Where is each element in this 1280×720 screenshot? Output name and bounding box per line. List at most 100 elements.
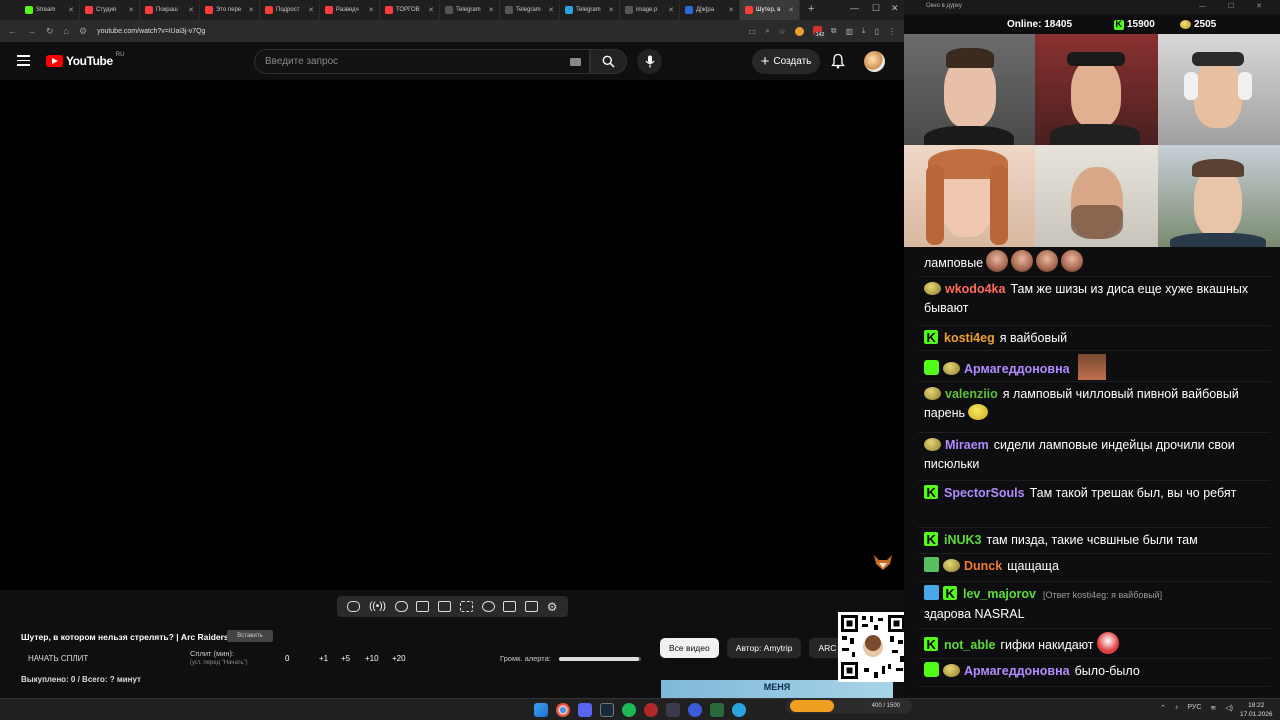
split-value-0[interactable]: 0 <box>285 654 319 663</box>
tray-chevron-icon[interactable]: ⌃ <box>1160 704 1166 712</box>
speaker-icon[interactable]: ◁) <box>1225 704 1233 712</box>
volume-icon[interactable]: ♪ <box>1175 704 1179 712</box>
youtube-logo[interactable]: YouTube RU <box>46 52 124 68</box>
notifications-bell-icon[interactable] <box>831 53 845 69</box>
chat-username[interactable]: iNUK3 <box>944 533 982 547</box>
steam-icon[interactable] <box>600 703 614 717</box>
start-split-button[interactable]: НАЧАТЬ СПЛИТ <box>28 654 88 663</box>
browser-tab[interactable]: Telegram ✕ <box>440 0 500 20</box>
chrome-icon[interactable] <box>556 703 570 717</box>
split-value-plus10[interactable]: +10 <box>365 654 392 663</box>
voice-search-button[interactable] <box>637 49 662 74</box>
tab-close-icon[interactable]: ✕ <box>368 6 374 14</box>
tab-close-icon[interactable]: ✕ <box>68 6 74 14</box>
extension-badge-icon[interactable]: 142 <box>812 25 826 38</box>
tab-close-icon[interactable]: ✕ <box>428 6 434 14</box>
minimize-icon[interactable]: — <box>850 3 859 13</box>
maximize-icon[interactable]: ☐ <box>872 3 880 14</box>
terminal-icon[interactable] <box>666 703 680 717</box>
tab-close-icon[interactable]: ✕ <box>188 6 194 14</box>
tab-close-icon[interactable]: ✕ <box>488 6 494 14</box>
browser-tab[interactable]: Stream ✕ <box>20 0 80 20</box>
sidebar-icon[interactable]: ▯ <box>875 27 879 36</box>
extensions-puzzle-icon[interactable]: ⧉ <box>831 26 837 36</box>
browser-tab[interactable]: Студия ✕ <box>80 0 140 20</box>
screenshot-camera-icon[interactable] <box>525 601 539 612</box>
browser-tab[interactable]: Telegram ✕ <box>500 0 560 20</box>
split-value-plus1[interactable]: +1 <box>319 654 341 663</box>
browser-tab[interactable]: Telegram ✕ <box>560 0 620 20</box>
keyboard-icon[interactable] <box>570 58 581 66</box>
spotify-icon[interactable] <box>622 703 636 717</box>
chat-username[interactable]: not_able <box>944 638 995 652</box>
account-avatar[interactable] <box>864 51 885 72</box>
chip-author[interactable]: Автор: Amytrip <box>726 638 802 658</box>
clock[interactable]: 18:22 17.01.2026 <box>1240 701 1273 719</box>
windows-start-icon[interactable] <box>534 703 548 717</box>
split-value-plus5[interactable]: +5 <box>341 654 365 663</box>
clapper-icon[interactable] <box>416 601 430 612</box>
browser-tab[interactable]: Шутер, в ✕ <box>740 0 800 20</box>
tab-close-icon[interactable]: ✕ <box>248 6 254 14</box>
tab-close-icon[interactable]: ✕ <box>308 6 314 14</box>
picture-in-picture-icon[interactable] <box>438 601 452 612</box>
promo-banner[interactable]: МЕНЯ <box>661 680 893 698</box>
media-player-icon[interactable] <box>688 703 702 717</box>
back-icon[interactable]: ← <box>8 26 17 36</box>
tab-close-icon[interactable]: ✕ <box>608 6 614 14</box>
search-button[interactable] <box>590 49 627 74</box>
chat-username[interactable]: Miraem <box>945 438 989 452</box>
telegram-icon[interactable] <box>732 703 746 717</box>
tab-close-icon[interactable]: ✕ <box>128 6 134 14</box>
browser-tab[interactable]: Это пере ✕ <box>200 0 260 20</box>
download-icon[interactable]: ⤓ <box>862 26 866 36</box>
cast-icon[interactable]: ▭ <box>749 27 757 36</box>
chat-username[interactable]: lev_majorov <box>963 587 1036 601</box>
chat-username[interactable]: Армагеддоновна <box>964 664 1070 678</box>
chat-username[interactable]: Dunck <box>964 559 1002 573</box>
tab-close-icon[interactable]: ✕ <box>668 6 674 14</box>
settings-gear-icon[interactable]: ⚙ <box>547 600 558 614</box>
language-indicator[interactable]: РУС <box>1187 704 1201 712</box>
chat-username[interactable]: wkodo4ka <box>945 282 1005 296</box>
eye-icon[interactable] <box>394 601 408 612</box>
wifi-icon[interactable]: ≋ <box>1210 704 1216 712</box>
reload-icon[interactable]: ↻ <box>46 26 54 37</box>
overlay-window-buttons[interactable]: — ☐ ✕ <box>1199 2 1272 10</box>
browser-tab[interactable]: image.p ✕ <box>620 0 680 20</box>
add-clip-icon[interactable] <box>503 601 517 612</box>
chat-reply-reference[interactable]: [Ответ kosti4eg: я вайбовый] <box>1043 590 1162 600</box>
zoom-icon[interactable]: ⌕ <box>765 26 769 36</box>
insert-button[interactable]: Вставить <box>227 630 273 642</box>
broadcast-icon[interactable]: ((•)) <box>369 601 386 612</box>
extension-orange-icon[interactable] <box>794 26 804 36</box>
tab-close-icon[interactable]: ✕ <box>728 6 734 14</box>
tab-close-icon[interactable]: ✕ <box>548 6 554 14</box>
forward-icon[interactable]: → <box>27 26 36 36</box>
video-player[interactable] <box>0 80 904 590</box>
app-window-icon[interactable] <box>710 703 724 717</box>
panel-icon[interactable]: ▥ <box>845 27 853 36</box>
home-icon[interactable]: ⌂ <box>64 26 69 36</box>
create-button[interactable]: + Создать <box>752 49 820 74</box>
menu-kebab-icon[interactable]: ⋮ <box>888 27 896 36</box>
site-info-icon[interactable]: ⚙ <box>79 26 87 37</box>
search-input[interactable]: Введите запрос <box>254 49 590 74</box>
browser-tab[interactable]: Разведч ✕ <box>320 0 380 20</box>
tab-close-icon[interactable]: ✕ <box>788 6 794 14</box>
new-tab-button[interactable]: + <box>802 3 820 15</box>
chat-username[interactable]: kosti4eg <box>944 331 995 345</box>
discord-icon[interactable] <box>578 703 592 717</box>
url-field[interactable]: youtube.com/watch?v=iUai3j-v7Qg <box>97 28 205 35</box>
speed-gauge-icon[interactable] <box>481 601 495 612</box>
bookmark-star-icon[interactable]: ☆ <box>779 27 786 36</box>
browser-tab[interactable]: Д[ж]ра ✕ <box>680 0 740 20</box>
chat-username[interactable]: SpectorSouls <box>944 486 1025 500</box>
menu-hamburger-icon[interactable] <box>17 55 30 66</box>
chat-username[interactable]: Армагеддоновна <box>964 362 1070 376</box>
app-red-icon[interactable] <box>644 703 658 717</box>
theater-icon[interactable] <box>459 601 473 612</box>
chip-all-videos[interactable]: Все видео <box>660 638 719 658</box>
split-value-plus20[interactable]: +20 <box>392 654 406 663</box>
meme-party-widget[interactable]: 400 / 1500 <box>786 698 912 714</box>
